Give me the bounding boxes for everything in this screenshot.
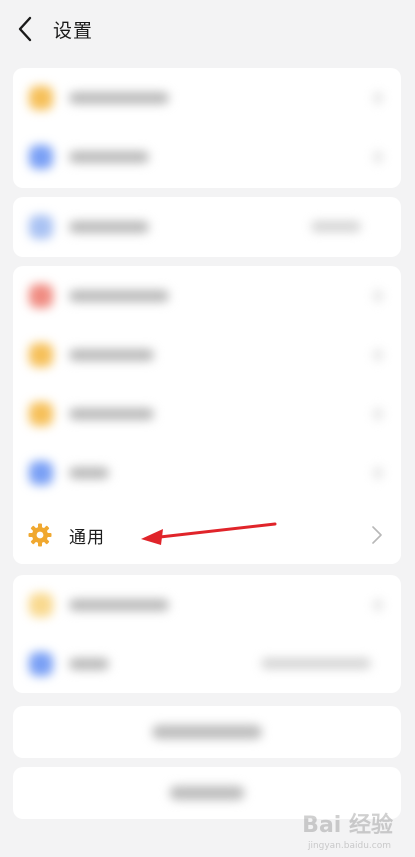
blurred-setting-icon: [29, 343, 53, 367]
back-arrow-icon[interactable]: [12, 14, 42, 44]
blurred-setting-icon: [29, 461, 53, 485]
blurred-setting-icon: [29, 86, 53, 110]
blurred-setting-row[interactable]: [13, 634, 401, 693]
blurred-value: [311, 221, 361, 232]
blurred-setting-row[interactable]: [13, 266, 401, 325]
blurred-label: [69, 349, 154, 361]
blurred-setting-icon: [29, 145, 53, 169]
chevron-right-icon: [372, 526, 382, 544]
blurred-label: [69, 290, 169, 302]
blurred-setting-row[interactable]: [13, 197, 401, 256]
blurred-setting-icon: [29, 652, 53, 676]
blurred-button-label: [169, 786, 245, 800]
chevron-right-icon: [373, 290, 383, 302]
chevron-right-icon: [373, 408, 383, 420]
blurred-value: [261, 658, 371, 669]
watermark-url: jingyan.baidu.com: [307, 841, 391, 851]
blurred-label: [69, 658, 109, 670]
blurred-setting-icon: [29, 284, 53, 308]
chevron-right-icon: [373, 151, 383, 163]
general-label: 通用: [69, 528, 105, 548]
chevron-right-icon: [373, 599, 383, 611]
settings-group-1: [13, 68, 401, 188]
settings-group-3: 通用: [13, 266, 401, 564]
blurred-setting-row[interactable]: [13, 68, 401, 127]
chevron-right-icon: [373, 349, 383, 361]
blurred-setting-row[interactable]: [13, 384, 401, 443]
gear-icon: [28, 523, 52, 547]
blurred-label: [69, 599, 169, 611]
settings-group-2: [13, 197, 401, 257]
settings-group-4: [13, 575, 401, 693]
page-title: 设置: [53, 20, 94, 42]
blurred-setting-row[interactable]: [13, 127, 401, 186]
blurred-setting-icon: [29, 215, 53, 239]
blurred-setting-row[interactable]: [13, 325, 401, 384]
blurred-label: [69, 467, 109, 479]
chevron-right-icon: [373, 92, 383, 104]
blurred-setting-icon: [29, 402, 53, 426]
blurred-label: [69, 92, 169, 104]
watermark-logo: Bai 经验: [302, 813, 393, 838]
blurred-setting-row[interactable]: [13, 575, 401, 634]
blurred-label: [69, 221, 149, 233]
blurred-label: [69, 151, 149, 163]
chevron-right-icon: [373, 467, 383, 479]
blurred-label: [69, 408, 154, 420]
blurred-button-card[interactable]: [13, 706, 401, 758]
blurred-setting-row[interactable]: [13, 443, 401, 502]
blurred-button-label: [152, 725, 262, 739]
blurred-setting-icon: [29, 593, 53, 617]
header-bar: 设置: [0, 0, 415, 60]
general-settings-row[interactable]: 通用: [13, 506, 401, 564]
